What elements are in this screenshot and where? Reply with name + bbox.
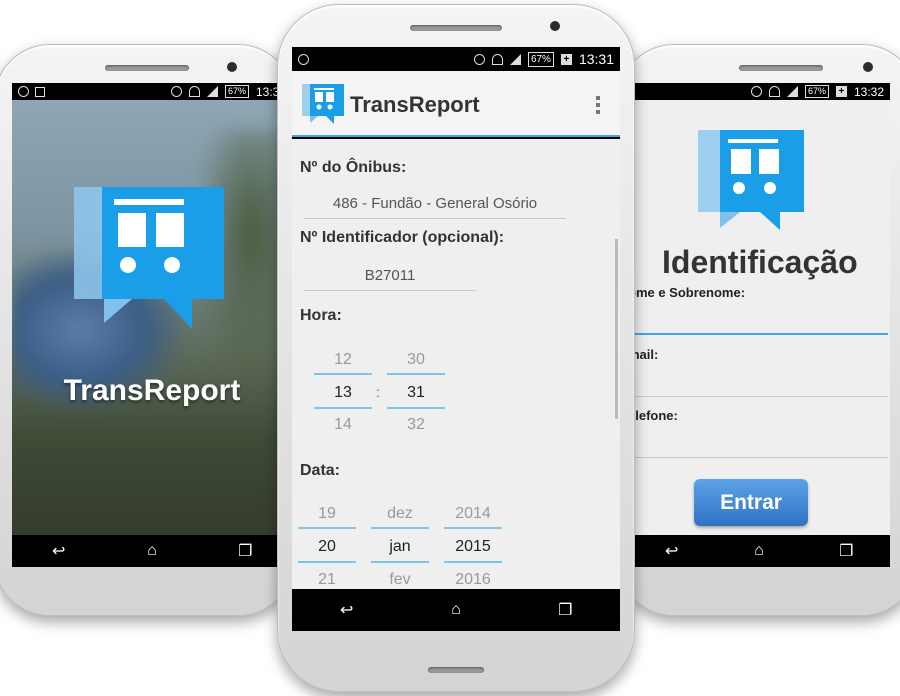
- picker-divider: [444, 527, 502, 529]
- scrollbar[interactable]: [615, 239, 618, 419]
- picker-divider: [298, 561, 356, 563]
- bus-label: Nº do Ônibus:: [300, 159, 407, 176]
- signal-icon: [509, 53, 521, 65]
- back-icon[interactable]: ↩: [659, 542, 685, 560]
- app-title: TransReport: [350, 92, 480, 117]
- transreport-logo-icon: [302, 84, 344, 124]
- picker-divider: [314, 407, 372, 409]
- signal-icon: [206, 86, 218, 97]
- speaker-grille: [739, 65, 823, 71]
- hour-picker-next[interactable]: 14: [314, 416, 372, 434]
- month-picker-next[interactable]: fev: [371, 571, 429, 589]
- name-field[interactable]: [628, 307, 888, 335]
- splash-app-title: TransReport: [63, 374, 241, 407]
- transreport-logo-icon: [74, 187, 224, 329]
- status-bar: 67% + 13:31: [292, 47, 620, 71]
- report-form-screen: 67% + 13:31 TransReport Nº do Ônibus: 48…: [292, 47, 620, 631]
- picker-divider: [387, 373, 445, 375]
- login-screen: 67% + 13:32 Identificação ome e Sobrenom…: [628, 83, 890, 567]
- minute-picker-next[interactable]: 32: [387, 416, 445, 434]
- report-form: Nº do Ônibus: 486 - Fundão - General Osó…: [292, 139, 620, 589]
- month-picker-selected[interactable]: jan: [371, 538, 429, 556]
- back-icon[interactable]: ↩: [46, 542, 72, 560]
- alarm-icon: [473, 53, 485, 65]
- alarm-icon: [170, 86, 182, 97]
- recents-icon[interactable]: ❐: [833, 542, 859, 560]
- navigation-bar: ↩ ⌂ ❐: [12, 535, 292, 567]
- email-field[interactable]: [628, 369, 888, 397]
- status-bar: 67% 13:31: [12, 83, 292, 100]
- navigation-bar: ↩ ⌂ ❐: [628, 535, 890, 567]
- date-label: Data:: [300, 462, 341, 479]
- enter-button[interactable]: Entrar: [694, 479, 808, 526]
- phone-label: elefone:: [628, 408, 678, 423]
- year-picker-selected[interactable]: 2015: [444, 538, 502, 556]
- picker-divider: [371, 527, 429, 529]
- home-icon[interactable]: ⌂: [443, 601, 469, 619]
- battery-icon: 67%: [804, 85, 829, 98]
- day-picker-next[interactable]: 21: [298, 571, 356, 589]
- home-icon[interactable]: ⌂: [746, 542, 772, 560]
- navigation-bar: ↩ ⌂ ❐: [292, 589, 620, 631]
- hour-label: Hora:: [300, 307, 342, 324]
- add-icon: +: [835, 86, 847, 97]
- year-picker-next[interactable]: 2016: [444, 571, 502, 589]
- status-time: 13:31: [578, 51, 614, 67]
- alarm-icon: [750, 86, 762, 97]
- picker-divider: [387, 407, 445, 409]
- picker-divider: [298, 527, 356, 529]
- front-camera: [863, 62, 873, 72]
- transreport-logo-icon: [698, 130, 804, 230]
- identifier-field[interactable]: B27011: [304, 267, 476, 291]
- speaker-grille: [105, 65, 189, 71]
- front-camera: [227, 62, 237, 72]
- recents-icon[interactable]: ❐: [552, 601, 578, 619]
- overflow-menu-icon[interactable]: [596, 96, 600, 114]
- identifier-label: Nº Identificador (opcional):: [300, 229, 505, 246]
- month-picker-prev[interactable]: dez: [371, 505, 429, 523]
- phone-field[interactable]: [628, 430, 888, 458]
- day-picker-selected[interactable]: 20: [298, 538, 356, 556]
- wifi-icon: [768, 86, 780, 97]
- whatsapp-icon: [18, 86, 29, 97]
- time-separator: :: [376, 384, 380, 400]
- bottom-speaker: [428, 667, 484, 673]
- year-picker-prev[interactable]: 2014: [444, 505, 502, 523]
- add-icon: +: [560, 53, 572, 65]
- minute-picker-prev[interactable]: 30: [387, 351, 445, 369]
- hour-picker-selected[interactable]: 13: [314, 384, 372, 402]
- bus-field[interactable]: 486 - Fundão - General Osório: [304, 195, 566, 219]
- signal-icon: [786, 86, 798, 97]
- picker-divider: [371, 561, 429, 563]
- whatsapp-icon: [298, 53, 309, 65]
- status-time: 13:32: [853, 84, 884, 99]
- battery-icon: 67%: [224, 85, 249, 98]
- splash-screen: 67% 13:31 TransReport ↩ ⌂ ❐: [12, 83, 292, 567]
- hour-picker-prev[interactable]: 12: [314, 351, 372, 369]
- image-icon: [35, 86, 45, 97]
- wifi-icon: [491, 53, 503, 65]
- day-picker-prev[interactable]: 19: [298, 505, 356, 523]
- recents-icon[interactable]: ❐: [232, 542, 258, 560]
- back-icon[interactable]: ↩: [334, 601, 360, 619]
- login-title: Identificação: [662, 244, 858, 280]
- home-icon[interactable]: ⌂: [139, 542, 165, 560]
- status-bar: 67% + 13:32: [628, 83, 890, 100]
- app-bar: TransReport: [292, 71, 620, 137]
- picker-divider: [444, 561, 502, 563]
- battery-icon: 67%: [527, 51, 554, 67]
- speaker-grille: [410, 25, 502, 31]
- minute-picker-selected[interactable]: 31: [387, 384, 445, 402]
- front-camera: [550, 21, 560, 31]
- picker-divider: [314, 373, 372, 375]
- wifi-icon: [188, 86, 200, 97]
- name-label: ome e Sobrenome:: [628, 285, 746, 300]
